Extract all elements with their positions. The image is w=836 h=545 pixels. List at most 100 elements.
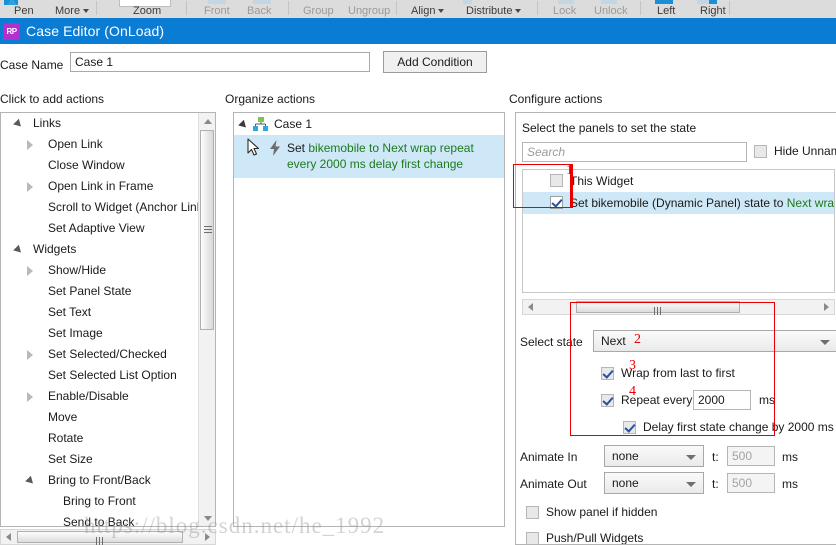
- ribbon-item-group[interactable]: Group: [303, 5, 334, 17]
- panel-list-horizontal-scrollbar[interactable]: [522, 299, 835, 315]
- tree-item-bring-to-front[interactable]: Bring to Front: [1, 491, 199, 512]
- scroll-right-arrow-icon[interactable]: [200, 530, 215, 544]
- animate-in-dropdown[interactable]: none: [604, 445, 704, 467]
- scroll-left-arrow-icon[interactable]: [1, 530, 16, 544]
- case-name-input[interactable]: [70, 52, 370, 72]
- wrap-checkbox[interactable]: [601, 367, 614, 381]
- action-list-item[interactable]: Set bikemobile to Next wrap repeat every…: [234, 135, 504, 178]
- scrollbar-thumb[interactable]: [200, 130, 214, 330]
- tree-item-open-link-in-frame[interactable]: Open Link in Frame: [1, 176, 199, 197]
- expand-twisty-icon[interactable]: [25, 475, 36, 487]
- ribbon-item-pen[interactable]: Pen: [14, 5, 34, 17]
- panel-selection-list[interactable]: This Widget Set bikemobile (Dynamic Pane…: [522, 169, 835, 293]
- repeat-option-row[interactable]: Repeat every: [601, 393, 692, 408]
- collapse-twisty-icon[interactable]: [27, 266, 33, 276]
- hide-unnamed-option[interactable]: Hide Unnamed: [754, 144, 836, 159]
- ribbon-divider: [537, 1, 538, 15]
- tree-item-close-window[interactable]: Close Window: [1, 155, 199, 176]
- hide-unnamed-checkbox[interactable]: [754, 145, 767, 159]
- ribbon-item-left[interactable]: Left: [657, 5, 675, 17]
- case-tree-root-row[interactable]: Case 1: [234, 113, 504, 135]
- expand-twisty-icon[interactable]: [13, 118, 24, 130]
- ribbon-divider: [96, 1, 97, 15]
- tree-item-set-image[interactable]: Set Image: [1, 323, 199, 344]
- ribbon-item-lock[interactable]: Lock: [553, 5, 576, 17]
- actions-tree-vertical-scrollbar[interactable]: [198, 113, 215, 526]
- chevron-down-icon: [515, 9, 522, 14]
- tree-item-set-selected-list-option[interactable]: Set Selected List Option: [1, 365, 199, 386]
- tree-item-enable-disable[interactable]: Enable/Disable: [1, 386, 199, 407]
- ribbon-item-front[interactable]: Front: [204, 5, 230, 17]
- push-pull-widgets-checkbox[interactable]: [526, 532, 539, 544]
- scroll-left-arrow-icon[interactable]: [523, 300, 538, 314]
- actions-tree-panel[interactable]: Links Open Link Close Window Open Link in F…: [0, 112, 216, 527]
- collapse-twisty-icon[interactable]: [27, 140, 33, 150]
- animate-out-dropdown[interactable]: none: [604, 472, 704, 494]
- scroll-down-arrow-icon[interactable]: [199, 510, 215, 526]
- tree-item-set-adaptive-view[interactable]: Set Adaptive View: [1, 218, 199, 239]
- scroll-up-arrow-icon[interactable]: [199, 113, 215, 129]
- hscrollbar-thumb[interactable]: [576, 301, 740, 315]
- tree-item-scroll-to-widget-anchor-link[interactable]: Scroll to Widget (Anchor Link): [1, 197, 199, 218]
- tree-item-send-to-back[interactable]: Send to Back: [1, 512, 199, 526]
- ribbon-item-unlock[interactable]: Unlock: [594, 5, 628, 17]
- push-pull-widgets-row[interactable]: Push/Pull Widgets: [526, 531, 643, 544]
- organize-actions-panel[interactable]: Case 1 Set bikemobile to Next wrap repea…: [233, 112, 505, 527]
- show-panel-if-hidden-row[interactable]: Show panel if hidden: [526, 505, 658, 520]
- expand-twisty-icon[interactable]: [13, 244, 24, 256]
- ribbon-item-back[interactable]: Back: [247, 5, 271, 17]
- ribbon-item-right[interactable]: Right: [700, 5, 726, 17]
- wrap-option-row[interactable]: Wrap from last to first: [601, 366, 735, 381]
- action-list-item-text: Set bikemobile to Next wrap repeat every…: [287, 137, 500, 172]
- distribute-icon: [463, 0, 472, 4]
- set-bikemobile-checkbox[interactable]: [550, 196, 563, 209]
- tree-item-set-text[interactable]: Set Text: [1, 302, 199, 323]
- tree-item-set-size[interactable]: Set Size: [1, 449, 199, 470]
- tree-item-open-link[interactable]: Open Link: [1, 134, 199, 155]
- collapse-twisty-icon[interactable]: [27, 182, 33, 192]
- search-input[interactable]: [522, 142, 747, 162]
- ribbon-item-zoom[interactable]: Zoom: [133, 5, 161, 17]
- ribbon-item-align[interactable]: Align: [411, 5, 445, 17]
- repeat-interval-input[interactable]: [693, 390, 751, 410]
- animate-in-value: none: [612, 449, 639, 463]
- tree-item-set-panel-state[interactable]: Set Panel State: [1, 281, 199, 302]
- case-tree-root-label: Case 1: [274, 117, 313, 131]
- ribbon-item-label: Front: [204, 5, 230, 17]
- show-panel-if-hidden-label: Show panel if hidden: [546, 505, 658, 519]
- tree-item-move[interactable]: Move: [1, 407, 199, 428]
- delay-option-row[interactable]: Delay first state change by 2000 ms: [623, 420, 834, 435]
- show-panel-if-hidden-checkbox[interactable]: [526, 506, 539, 520]
- tree-item-widgets[interactable]: Widgets: [1, 239, 199, 260]
- animate-out-time-input[interactable]: [727, 473, 775, 493]
- ribbon-item-ungroup[interactable]: Ungroup: [348, 5, 390, 17]
- this-widget-checkbox[interactable]: [550, 174, 563, 187]
- add-condition-button[interactable]: Add Condition: [383, 51, 487, 73]
- ribbon-item-distribute[interactable]: Distribute: [466, 5, 522, 17]
- tree-item-rotate[interactable]: Rotate: [1, 428, 199, 449]
- tree-item-label: Show/Hide: [48, 263, 107, 277]
- list-item[interactable]: Set bikemobile (Dynamic Panel) state to …: [523, 192, 834, 214]
- set-bikemobile-state-value: Next wrap repeat e: [786, 196, 835, 210]
- actions-tree-horizontal-scrollbar[interactable]: [0, 529, 216, 545]
- ribbon-item-label: Lock: [553, 5, 577, 17]
- ribbon-item-label: Align: [411, 5, 436, 17]
- tree-item-label: Send to Back: [63, 515, 135, 526]
- select-state-dropdown[interactable]: Next: [593, 330, 836, 352]
- actions-tree[interactable]: Links Open Link Close Window Open Link in F…: [1, 113, 199, 526]
- collapse-twisty-icon[interactable]: [27, 392, 33, 402]
- tree-item-links[interactable]: Links: [1, 113, 199, 134]
- repeat-checkbox[interactable]: [601, 394, 614, 408]
- tree-item-bring-to-front-back[interactable]: Bring to Front/Back: [1, 470, 199, 491]
- tree-item-set-selected-checked[interactable]: Set Selected/Checked: [1, 344, 199, 365]
- ribbon-item-more[interactable]: More: [55, 5, 90, 17]
- scroll-right-arrow-icon[interactable]: [819, 300, 834, 314]
- delay-checkbox[interactable]: [623, 421, 636, 435]
- collapse-twisty-icon[interactable]: [27, 350, 33, 360]
- animate-in-time-input[interactable]: [727, 446, 775, 466]
- hscrollbar-thumb[interactable]: [17, 531, 183, 545]
- ribbon-item-label: Ungroup: [348, 5, 391, 17]
- expand-twisty-icon[interactable]: [238, 119, 249, 131]
- list-item[interactable]: This Widget: [523, 170, 834, 192]
- tree-item-show-hide[interactable]: Show/Hide: [1, 260, 199, 281]
